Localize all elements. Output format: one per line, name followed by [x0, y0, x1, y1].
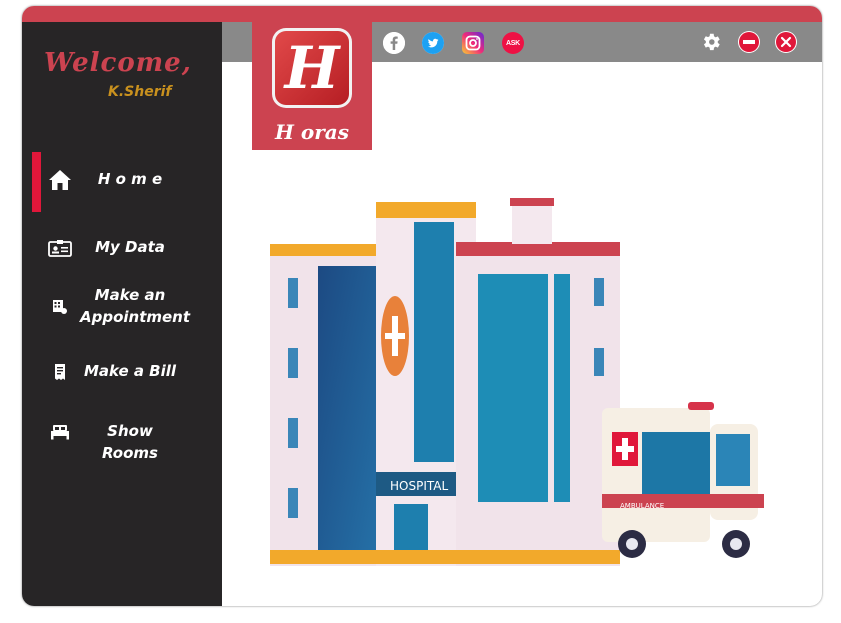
nav-my-data[interactable]: My Data [22, 228, 222, 278]
calendar-grid-icon [46, 293, 74, 321]
id-card-icon [46, 234, 74, 262]
nav-appointment-label: Make an Appointment [80, 286, 191, 326]
home-icon [46, 166, 74, 194]
nav-bill[interactable]: Make a Bill [22, 352, 222, 402]
askfm-icon[interactable]: ASK [502, 32, 524, 54]
nav-home[interactable]: H o m e [22, 152, 222, 212]
title-strip [22, 6, 822, 22]
sidebar: Welcome, K.Sherif H o m e My Data Make a… [22, 22, 222, 606]
hospital-sign: HOSPITAL [390, 479, 448, 493]
askfm-text: ASK [506, 39, 520, 47]
nav-my-data-label: My Data [95, 238, 165, 256]
settings-icon[interactable] [700, 31, 722, 53]
nav-bill-label: Make a Bill [83, 362, 177, 380]
nav-rooms[interactable]: Show Rooms [22, 412, 222, 462]
nav-rooms-label: Show Rooms [102, 422, 158, 462]
nav-home-label: H o m e [97, 170, 163, 188]
logo-tile: H [272, 28, 352, 108]
minimize-icon[interactable] [738, 31, 760, 53]
twitter-icon[interactable] [422, 32, 444, 54]
welcome-text: Welcome, [44, 48, 192, 78]
app-logo: H H oras [252, 22, 372, 150]
bed-icon [46, 418, 74, 446]
close-icon[interactable] [775, 31, 797, 53]
receipt-icon [46, 358, 74, 386]
facebook-icon[interactable] [383, 32, 405, 54]
logo-letter: H [284, 34, 340, 102]
nav-appointment[interactable]: Make an Appointment [22, 284, 222, 334]
active-indicator [32, 152, 41, 212]
instagram-icon[interactable] [462, 32, 484, 54]
ambulance-label: AMBULANCE [620, 502, 664, 510]
logo-name: H oras [275, 120, 349, 144]
hospital-illustration: HOSPITAL AMBULANCE [270, 198, 764, 566]
username: K.Sherif [108, 84, 172, 100]
